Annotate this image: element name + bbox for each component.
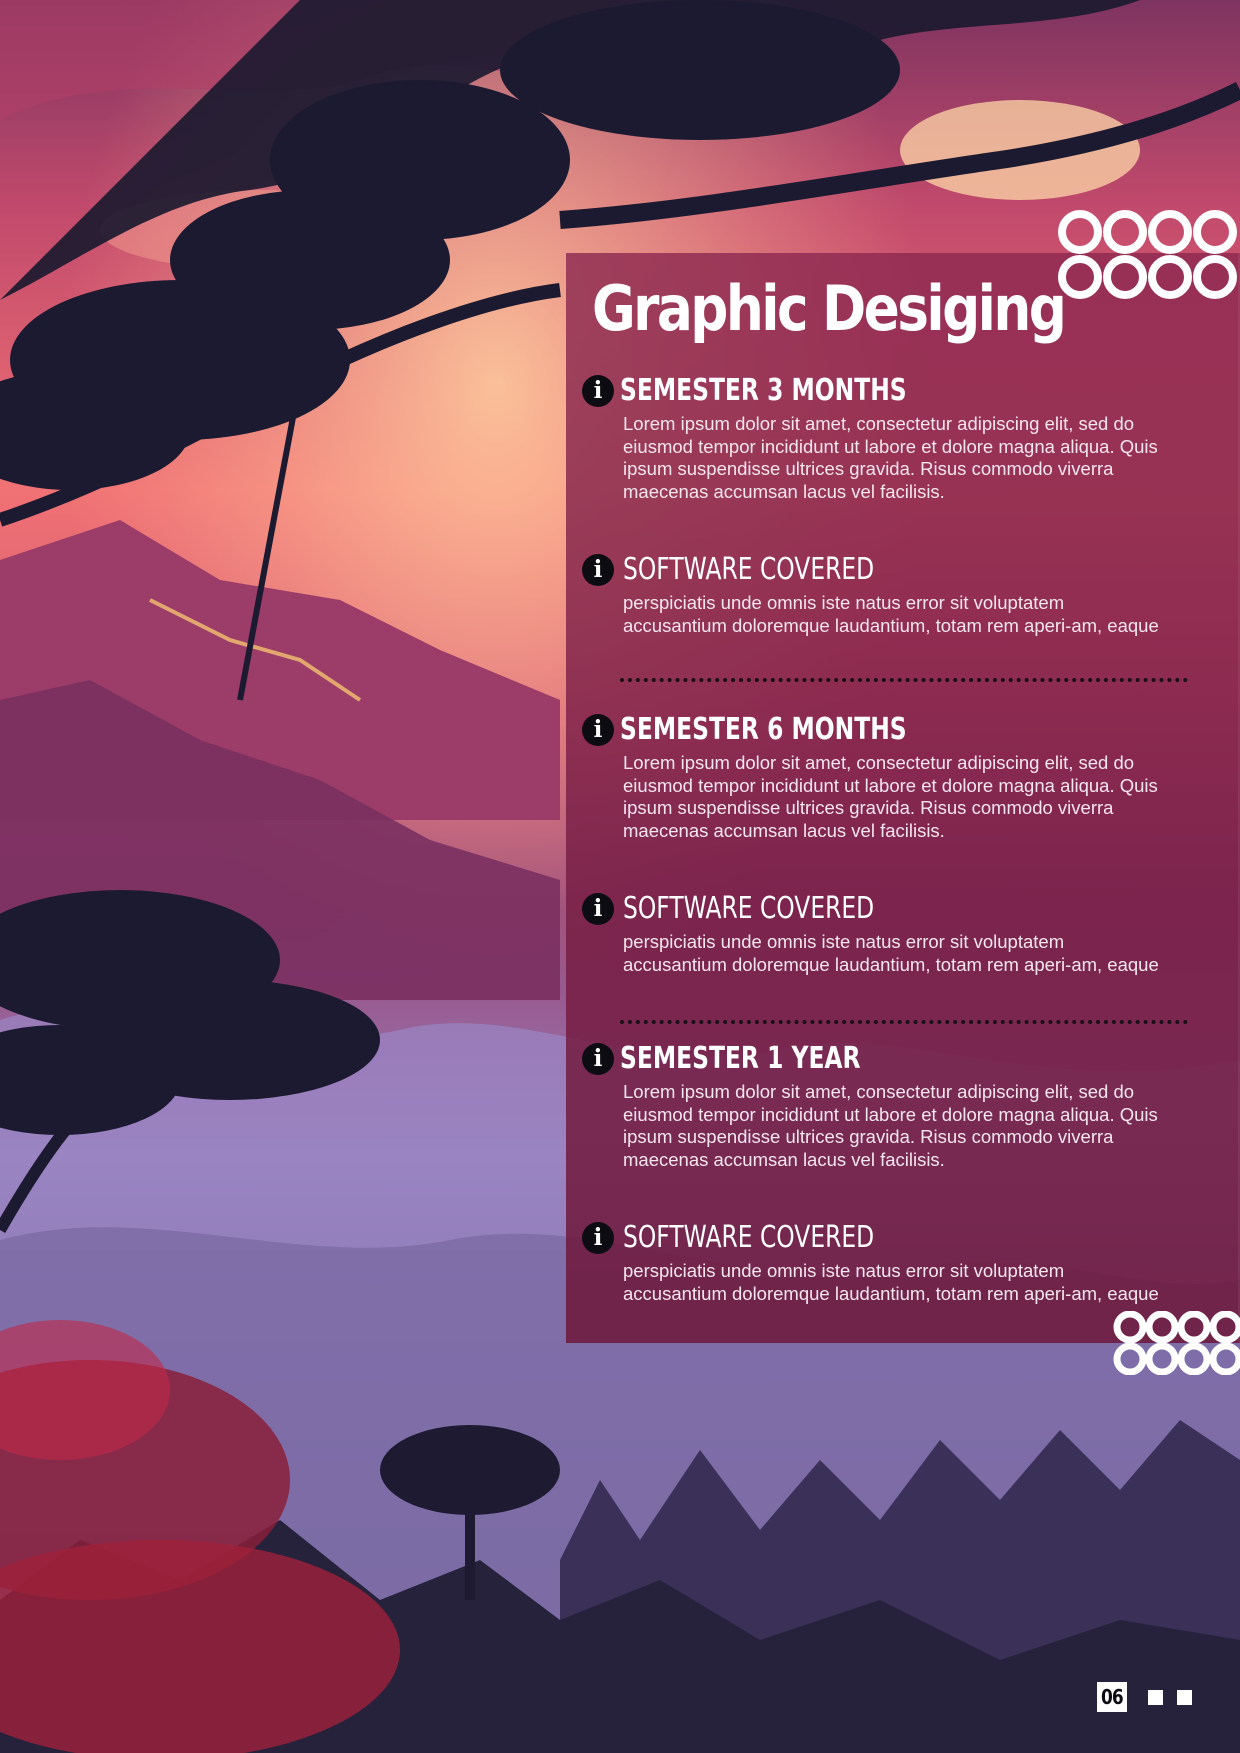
- info-icon: i: [582, 1222, 614, 1254]
- software-description: perspiciatis unde omnis iste natus error…: [623, 592, 1159, 636]
- software-covered-block: i SOFTWARE COVERED perspiciatis unde omn…: [582, 1218, 1182, 1305]
- section-description: Lorem ipsum dolor sit amet, consectetur …: [623, 1081, 1158, 1170]
- info-icon: i: [582, 1043, 614, 1075]
- section-semester-3-months: i SEMESTER 3 MONTHS Lorem ipsum dolor si…: [582, 371, 1182, 503]
- section-title: SEMESTER 3 MONTHS: [620, 373, 907, 408]
- page-number-text: 06: [1101, 1685, 1124, 1709]
- page-dot-decoration: [1177, 1690, 1192, 1705]
- ring-pattern-icon: [1113, 1311, 1240, 1375]
- info-icon: i: [582, 893, 614, 925]
- info-icon: i: [582, 714, 614, 746]
- section-semester-6-months: i SEMESTER 6 MONTHS Lorem ipsum dolor si…: [582, 710, 1182, 842]
- dotted-divider: [620, 1020, 1188, 1024]
- page-title: Graphic Desiging: [592, 272, 1067, 345]
- dotted-divider: [620, 678, 1188, 682]
- section-title: SEMESTER 6 MONTHS: [620, 712, 907, 747]
- info-icon: i: [582, 375, 614, 407]
- software-description: perspiciatis unde omnis iste natus error…: [623, 931, 1159, 975]
- page-dot-decoration: [1148, 1690, 1163, 1705]
- section-title: SEMESTER 1 YEAR: [620, 1041, 861, 1076]
- page-number: 06: [1097, 1682, 1127, 1712]
- section-description: Lorem ipsum dolor sit amet, consectetur …: [623, 752, 1158, 841]
- software-title: SOFTWARE COVERED: [623, 1220, 875, 1255]
- software-title: SOFTWARE COVERED: [623, 552, 875, 587]
- software-title: SOFTWARE COVERED: [623, 891, 875, 926]
- software-description: perspiciatis unde omnis iste natus error…: [623, 1260, 1159, 1304]
- section-semester-1-year: i SEMESTER 1 YEAR Lorem ipsum dolor sit …: [582, 1039, 1182, 1171]
- info-icon: i: [582, 554, 614, 586]
- software-covered-block: i SOFTWARE COVERED perspiciatis unde omn…: [582, 889, 1182, 976]
- software-covered-block: i SOFTWARE COVERED perspiciatis unde omn…: [582, 550, 1182, 637]
- ring-pattern-icon: [1058, 210, 1237, 299]
- section-description: Lorem ipsum dolor sit amet, consectetur …: [623, 413, 1158, 502]
